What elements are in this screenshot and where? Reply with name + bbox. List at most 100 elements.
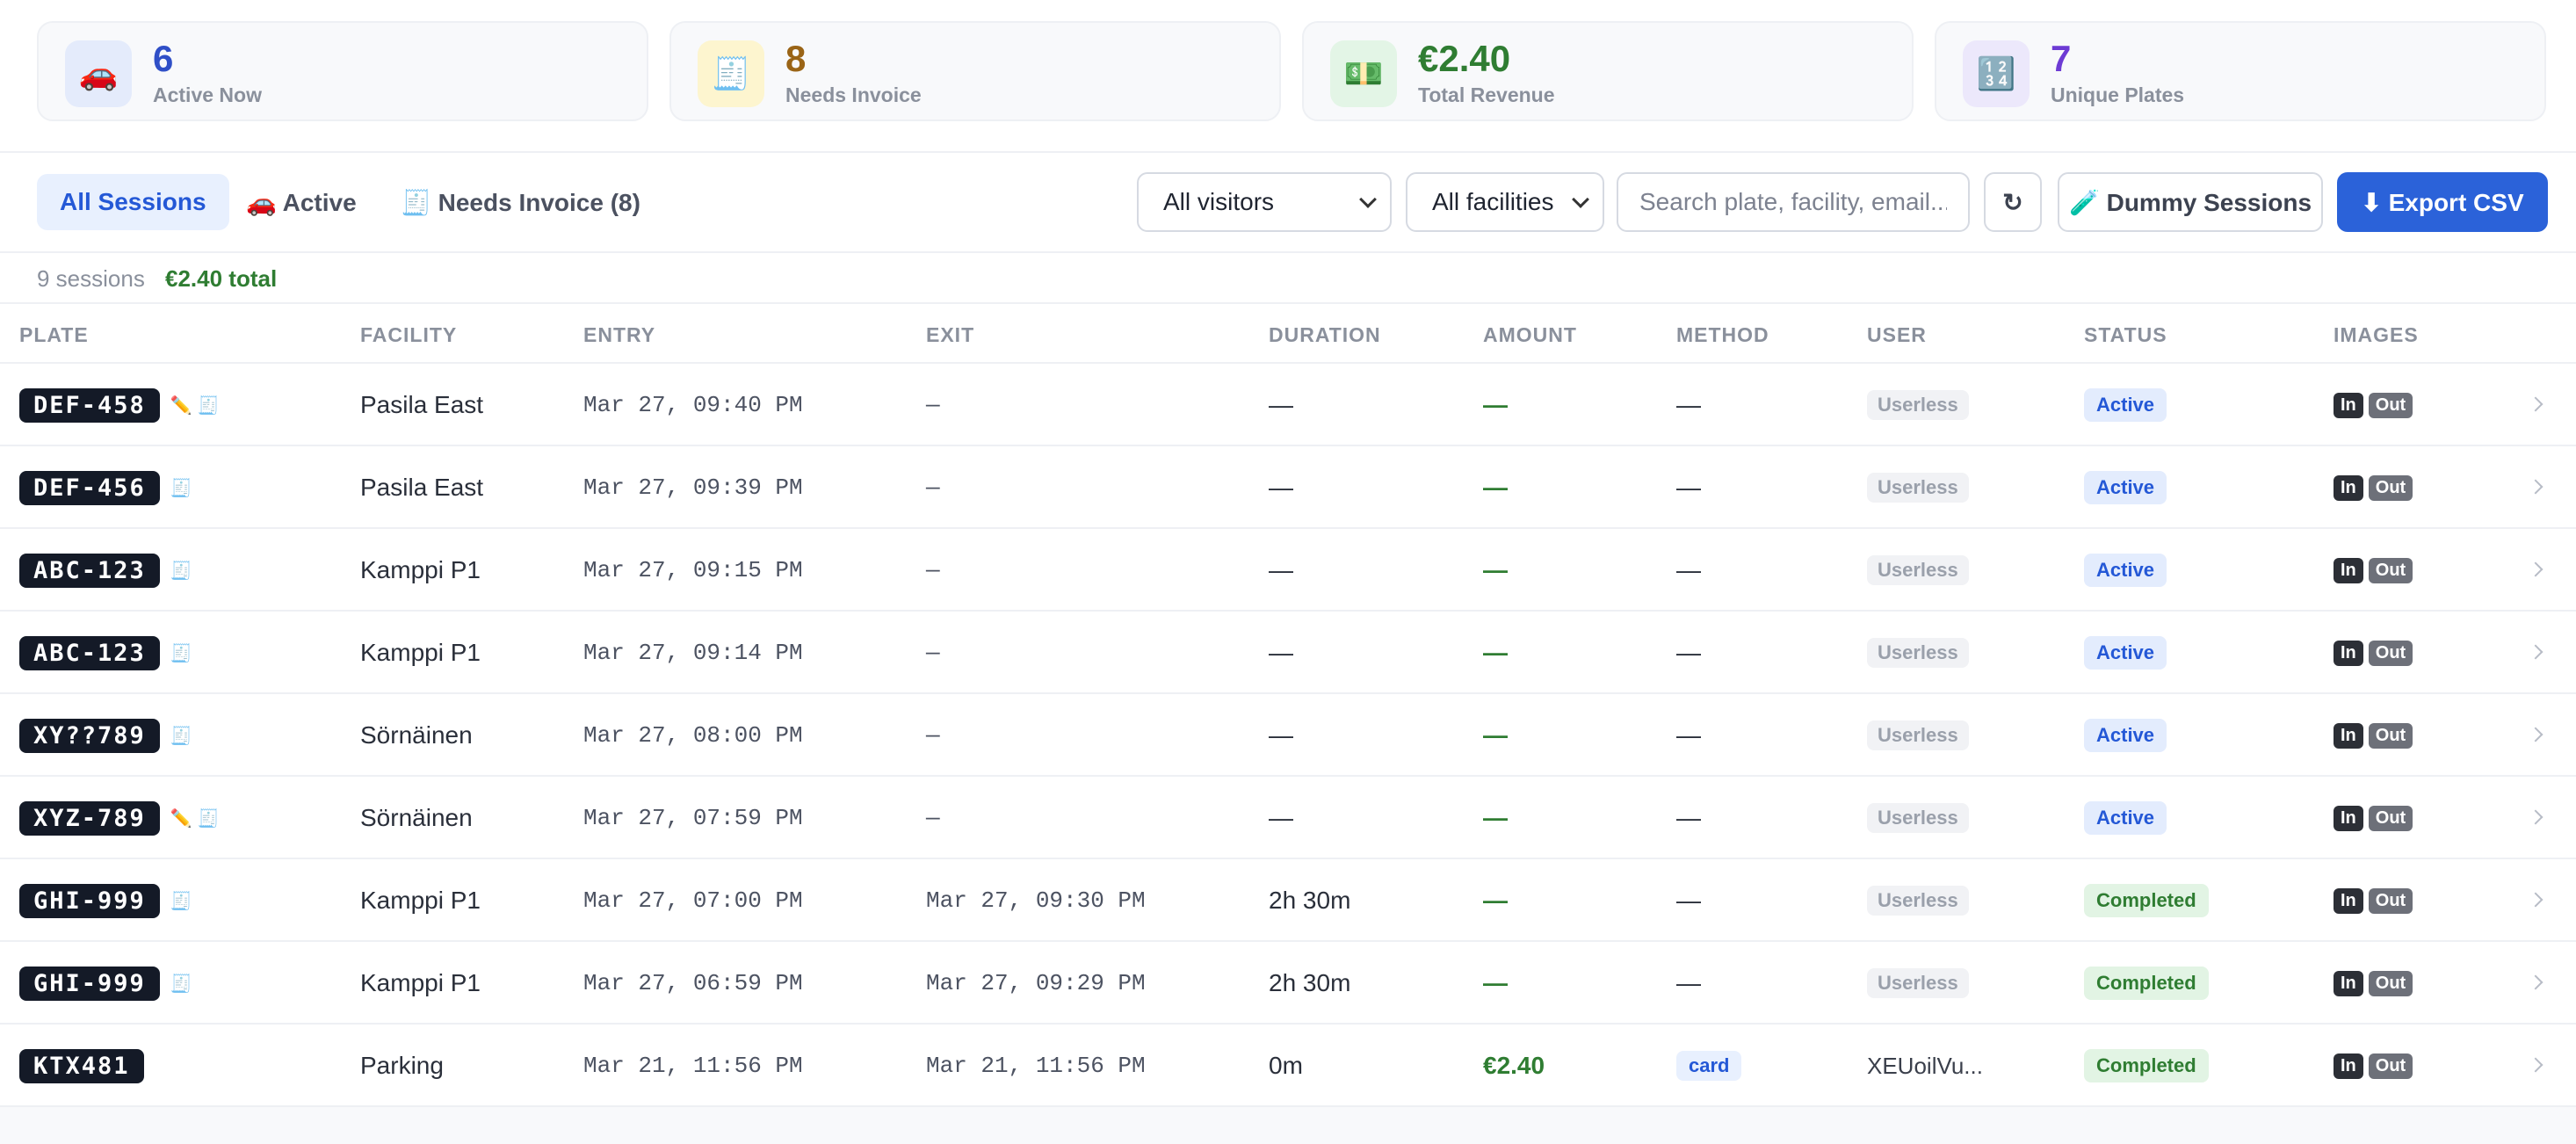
column-header-images[interactable]: IMAGES (2334, 323, 2419, 347)
user-chip: Userless (1867, 473, 1969, 503)
status-badge: Completed (2084, 967, 2209, 1000)
user-chip: Userless (1867, 886, 1969, 916)
image-in-button[interactable]: In (2334, 805, 2363, 831)
car-icon: 🚗 (65, 40, 132, 107)
stat-card: 🧾 8 Needs Invoice (669, 21, 1281, 121)
image-in-button[interactable]: In (2334, 1053, 2363, 1079)
user-cell: Userless (1867, 446, 1969, 529)
money-icon: 💵 (1330, 40, 1397, 107)
image-out-button[interactable]: Out (2368, 887, 2413, 914)
method-cell: — (1676, 777, 1701, 859)
chevron-right-icon[interactable] (2528, 892, 2543, 908)
image-out-button[interactable]: Out (2368, 970, 2413, 996)
plate-badge: ABC-123 (19, 553, 160, 588)
duration-cell: — (1269, 474, 1293, 501)
image-in-button[interactable]: In (2334, 722, 2363, 749)
exit-cell: — (926, 474, 940, 501)
pencil-icon: ✏️ (170, 808, 192, 829)
image-out-button[interactable]: Out (2368, 557, 2413, 583)
table-row[interactable]: GHI-999 🧾 Kamppi P1 Mar 27, 07:00 PM Mar 27,… (0, 859, 2576, 942)
chevron-right-icon[interactable] (2528, 727, 2543, 742)
status-badge: Active (2084, 801, 2167, 835)
status-cell: Active (2084, 364, 2167, 446)
method-value: — (1676, 887, 1701, 914)
table-row[interactable]: ABC-123 🧾 Kamppi P1 Mar 27, 09:14 PM — — — — Use… (0, 612, 2576, 694)
chevron-right-icon[interactable] (2528, 479, 2543, 495)
amount-value: — (1483, 556, 1508, 583)
amount-value: — (1483, 721, 1508, 749)
column-header-amount[interactable]: AMOUNT (1483, 323, 1577, 347)
tab-active[interactable]: 🚗 Active (223, 174, 380, 230)
stat-label: Total Revenue (1418, 83, 1555, 106)
column-header-user[interactable]: USER (1867, 323, 1927, 347)
image-in-button[interactable]: In (2334, 970, 2363, 996)
tab-needs-invoice[interactable]: 🧾 Needs Invoice (8) (378, 174, 663, 230)
export-csv-button[interactable]: ⬇ Export CSV (2337, 172, 2548, 232)
column-header-exit[interactable]: EXIT (926, 323, 974, 347)
method-value: — (1676, 474, 1701, 501)
chevron-right-icon[interactable] (2528, 1057, 2543, 1073)
image-out-button[interactable]: Out (2368, 474, 2413, 501)
plate-badge: ABC-123 (19, 635, 160, 670)
image-out-button[interactable]: Out (2368, 392, 2413, 418)
plate-cell: GHI-999 🧾 (19, 942, 192, 1025)
plate-badge: XY??789 (19, 718, 160, 753)
amount-cell: — (1483, 942, 1508, 1025)
user-chip: Userless (1867, 390, 1969, 420)
table-row[interactable]: XY??789 🧾 Sörnäinen Mar 27, 08:00 PM — — — — Use… (0, 694, 2576, 777)
facility-cell: Sörnäinen (360, 804, 473, 831)
plate-cell: XY??789 🧾 (19, 694, 192, 777)
chevron-right-icon[interactable] (2528, 974, 2543, 990)
entry-cell: Mar 27, 09:15 PM (583, 557, 803, 583)
duration-cell: 2h 30m (1269, 969, 1351, 996)
table-row[interactable]: KTX481 Parking Mar 21, 11:56 PM Mar 21, 11:… (0, 1025, 2576, 1107)
image-out-button[interactable]: Out (2368, 805, 2413, 831)
entry-cell: Mar 27, 07:59 PM (583, 805, 803, 831)
exit-cell: — (926, 722, 940, 749)
receipt-icon: 🧾 (170, 643, 192, 663)
dummy-sessions-button[interactable]: 🧪 Dummy Sessions (2058, 172, 2323, 232)
facility-cell: Pasila East (360, 474, 484, 501)
method-value: — (1676, 721, 1701, 749)
image-in-button[interactable]: In (2334, 474, 2363, 501)
table-row[interactable]: XYZ-789 ✏️ 🧾 Sörnäinen Mar 27, 07:59 PM — — — — U… (0, 777, 2576, 859)
plate-badge: KTX481 (19, 1048, 144, 1083)
image-in-button[interactable]: In (2334, 887, 2363, 914)
tab-all-sessions[interactable]: All Sessions (37, 174, 229, 230)
column-header-entry[interactable]: ENTRY (583, 323, 655, 347)
column-header-plate[interactable]: PLATE (19, 323, 89, 347)
status-badge: Completed (2084, 884, 2209, 917)
table-header: PLATE FACILITY ENTRY EXIT DURATION AMOUNT METH… (0, 304, 2576, 364)
plate-badge: XYZ-789 (19, 800, 160, 836)
visitors-select[interactable]: All visitors (1137, 172, 1392, 232)
plate-badge: GHI-999 (19, 966, 160, 1001)
column-header-status[interactable]: STATUS (2084, 323, 2167, 347)
table-row[interactable]: GHI-999 🧾 Kamppi P1 Mar 27, 06:59 PM Mar 27,… (0, 942, 2576, 1025)
images-cell: In Out (2334, 694, 2413, 777)
image-out-button[interactable]: Out (2368, 640, 2413, 666)
facility-cell: Sörnäinen (360, 721, 473, 749)
facilities-select[interactable]: All facilities (1406, 172, 1604, 232)
chevron-right-icon[interactable] (2528, 396, 2543, 412)
column-header-duration[interactable]: DURATION (1269, 323, 1381, 347)
chevron-right-icon[interactable] (2528, 561, 2543, 577)
table-row[interactable]: ABC-123 🧾 Kamppi P1 Mar 27, 09:15 PM — — — — Use… (0, 529, 2576, 612)
image-in-button[interactable]: In (2334, 557, 2363, 583)
image-out-button[interactable]: Out (2368, 1053, 2413, 1079)
user-cell: XEUoilVu... (1867, 1025, 1983, 1107)
method-cell: — (1676, 612, 1701, 694)
column-header-method[interactable]: METHOD (1676, 323, 1769, 347)
image-out-button[interactable]: Out (2368, 722, 2413, 749)
chevron-right-icon[interactable] (2528, 809, 2543, 825)
image-in-button[interactable]: In (2334, 392, 2363, 418)
image-in-button[interactable]: In (2334, 640, 2363, 666)
column-header-facility[interactable]: FACILITY (360, 323, 457, 347)
chevron-right-icon[interactable] (2528, 644, 2543, 660)
table-row[interactable]: DEF-458 ✏️ 🧾 Pasila East Mar 27, 09:40 PM — — —… (0, 364, 2576, 446)
refresh-button[interactable]: ↻ (1984, 172, 2042, 232)
search-input[interactable] (1617, 172, 1970, 232)
table-row[interactable]: DEF-456 🧾 Pasila East Mar 27, 09:39 PM — — — — U… (0, 446, 2576, 529)
status-badge: Active (2084, 471, 2167, 504)
stat-value: 8 (785, 38, 807, 79)
duration-cell: — (1269, 556, 1293, 583)
